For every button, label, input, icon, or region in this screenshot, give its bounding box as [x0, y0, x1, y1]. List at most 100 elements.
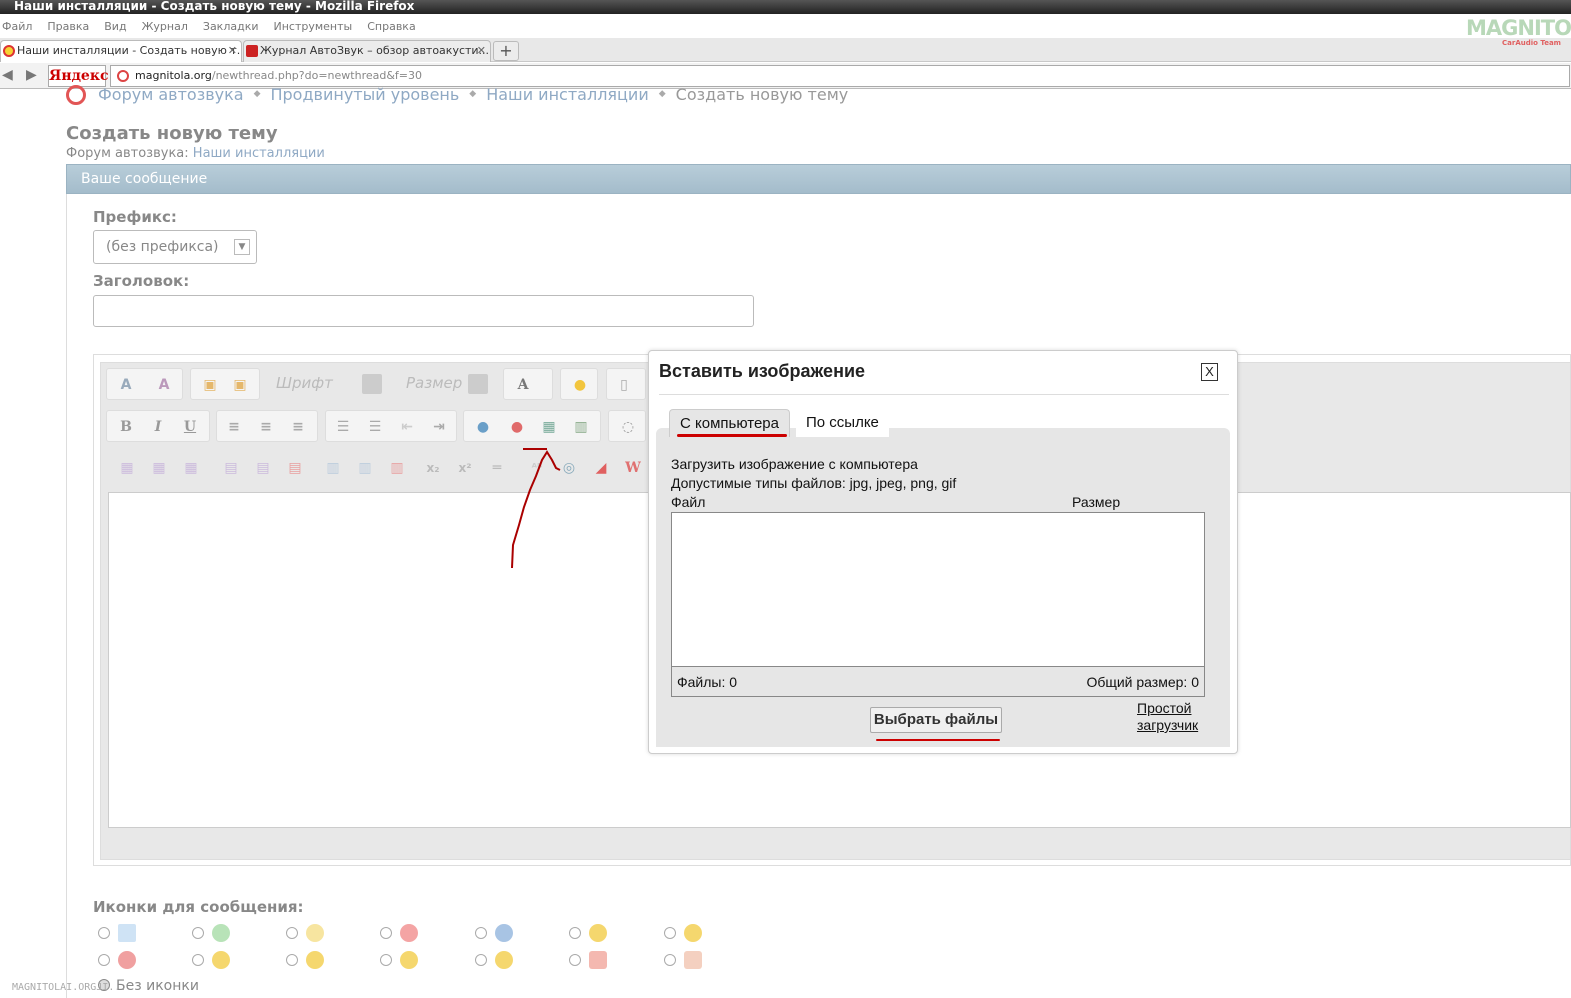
- attach-icon[interactable]: ▯: [615, 377, 633, 393]
- ordered-list-icon[interactable]: ☰: [334, 419, 352, 435]
- font-color-icon[interactable]: A: [514, 377, 532, 393]
- window-title: Наши инсталляции - Создать новую тему - …: [0, 0, 1571, 14]
- insert-image-dialog: Вставить изображение X С компьютера По с…: [648, 350, 1238, 754]
- yandex-button[interactable]: Яндекс: [48, 65, 108, 87]
- row-props-icon[interactable]: ▤: [254, 460, 272, 476]
- toolbar-group-color: A: [503, 368, 553, 400]
- bold-icon[interactable]: B: [117, 419, 135, 435]
- tab-by-link[interactable]: По ссылке: [796, 409, 889, 437]
- file-list-footer: Файлы: 0 Общий размер: 0: [671, 666, 1205, 697]
- link-icon[interactable]: ●: [474, 419, 492, 435]
- italic-icon[interactable]: I: [149, 419, 167, 435]
- size-combo[interactable]: Размер: [406, 374, 496, 394]
- row-insert-icon[interactable]: ▤: [222, 460, 240, 476]
- menu-help[interactable]: Справка: [367, 16, 415, 38]
- new-tab-button[interactable]: +: [493, 41, 519, 61]
- table-delete-icon[interactable]: ▦: [182, 460, 200, 476]
- row-delete-icon[interactable]: ▤: [286, 460, 304, 476]
- font-combo[interactable]: Шрифт: [276, 374, 386, 394]
- icon-option-document[interactable]: [98, 922, 138, 944]
- section-header: Ваше сообщение: [66, 164, 1571, 194]
- crumb-forum[interactable]: Форум автозвука: [98, 85, 244, 104]
- subscript-icon[interactable]: x₂: [424, 460, 442, 476]
- watermark: MAGNITOLAI.ORGJI...: [12, 982, 127, 993]
- unlink-icon[interactable]: ●: [508, 419, 526, 435]
- toolbar-group-format: A A: [106, 368, 183, 400]
- indent-icon[interactable]: ⇥: [430, 419, 448, 435]
- crumb-installs[interactable]: Наши инсталляции: [486, 85, 649, 104]
- remove-format-icon[interactable]: A: [117, 377, 135, 393]
- forward-arrow-icon[interactable]: ▶: [26, 67, 37, 83]
- col-delete-icon[interactable]: ▥: [388, 460, 406, 476]
- menu-file[interactable]: Файл: [2, 16, 32, 38]
- menu-edit[interactable]: Правка: [47, 16, 89, 38]
- angry-icon: [118, 951, 136, 969]
- arrow-icon: [212, 924, 230, 942]
- flash-icon[interactable]: ◢: [592, 460, 610, 476]
- icon-option-cool[interactable]: [569, 922, 609, 944]
- title-input[interactable]: [93, 295, 754, 327]
- toolbar-group-misc: ▯: [606, 368, 646, 400]
- dialog-title: Вставить изображение: [659, 361, 866, 381]
- tab-from-computer[interactable]: С компьютера: [669, 409, 790, 437]
- icon-option-idea[interactable]: [286, 922, 326, 944]
- forum-link[interactable]: Наши инсталляции: [193, 146, 325, 161]
- url-bar[interactable]: magnitola.org/newthread.php?do=newthread…: [110, 65, 1570, 87]
- menu-history[interactable]: Журнал: [142, 16, 188, 38]
- menu-bookmarks[interactable]: Закладки: [203, 16, 259, 38]
- quote-icon[interactable]: ◌: [619, 419, 637, 435]
- clear-format-icon[interactable]: A: [155, 377, 173, 393]
- toolbar-group-lists: ☰ ☰ ⇤ ⇥: [325, 410, 457, 442]
- align-center-icon[interactable]: ≡: [257, 419, 275, 435]
- sad-icon: [212, 951, 230, 969]
- crumb-advanced[interactable]: Продвинутый уровень: [270, 85, 459, 104]
- smiley-icon[interactable]: ●: [571, 377, 589, 393]
- tab-journal[interactable]: Журнал АвтоЗвук – обзор автоакусти... ✕: [243, 40, 491, 62]
- back-arrow-icon[interactable]: ◀: [2, 67, 13, 83]
- icon-option-wink[interactable]: [380, 949, 420, 971]
- icon-option-sad[interactable]: [192, 949, 232, 971]
- col-props-icon[interactable]: ▥: [356, 460, 374, 476]
- paste-icon[interactable]: ▣: [201, 377, 219, 393]
- icon-option-arrow[interactable]: [192, 922, 232, 944]
- table-props-icon[interactable]: ▦: [150, 460, 168, 476]
- icon-option-alert[interactable]: [380, 922, 420, 944]
- journal-favicon-icon: [246, 45, 258, 57]
- icon-option-grin[interactable]: [475, 949, 515, 971]
- tab-new-thread[interactable]: Наши инсталляции - Создать новую т... ✕: [0, 40, 242, 62]
- close-tab-icon[interactable]: ✕: [228, 41, 237, 61]
- menu-view[interactable]: Вид: [104, 16, 126, 38]
- paste-text-icon[interactable]: ▣: [231, 377, 249, 393]
- logo: MAGNITOLA CarAudio Team: [1466, 16, 1571, 47]
- outdent-icon[interactable]: ⇤: [398, 419, 416, 435]
- align-left-icon[interactable]: ≡: [225, 419, 243, 435]
- menu-tools[interactable]: Инструменты: [274, 16, 353, 38]
- crumb-separator-icon: ◆: [253, 89, 261, 99]
- col-insert-icon[interactable]: ▥: [324, 460, 342, 476]
- icon-option-question[interactable]: [475, 922, 515, 944]
- dialog-close-button[interactable]: X: [1201, 363, 1218, 381]
- align-right-icon[interactable]: ≡: [289, 419, 307, 435]
- choose-files-button[interactable]: Выбрать файлы: [870, 707, 1002, 733]
- close-tab-icon[interactable]: ✕: [477, 41, 486, 61]
- icon-option-angry[interactable]: [98, 949, 138, 971]
- tab-label: Журнал АвтоЗвук – обзор автоакусти...: [260, 44, 490, 57]
- word-paste-icon[interactable]: W: [624, 460, 642, 476]
- total-size: Общий размер: 0: [1086, 674, 1199, 690]
- icon-option-smile[interactable]: [664, 922, 704, 944]
- icon-option-thumbs-down[interactable]: [569, 949, 609, 971]
- bullet-list-icon[interactable]: ☰: [366, 419, 384, 435]
- toolbar-group-insert: ● ● ▦ ▥: [463, 410, 601, 442]
- superscript-icon[interactable]: x²: [456, 460, 474, 476]
- dialog-divider: [659, 394, 1229, 395]
- insert-video-icon[interactable]: ▥: [572, 419, 590, 435]
- insert-image-icon[interactable]: ▦: [540, 419, 558, 435]
- prefix-select[interactable]: (без префикса) ▼: [93, 230, 257, 264]
- underline-icon[interactable]: U: [181, 419, 199, 435]
- button-underline-annotation: [876, 739, 1000, 741]
- crumb-separator-icon: ◆: [658, 89, 666, 99]
- icon-option-surprised[interactable]: [286, 949, 326, 971]
- simple-loader-link[interactable]: Простой загрузчик: [1137, 700, 1198, 734]
- table-icon[interactable]: ▦: [118, 460, 136, 476]
- icon-option-thumbs-up[interactable]: [664, 949, 704, 971]
